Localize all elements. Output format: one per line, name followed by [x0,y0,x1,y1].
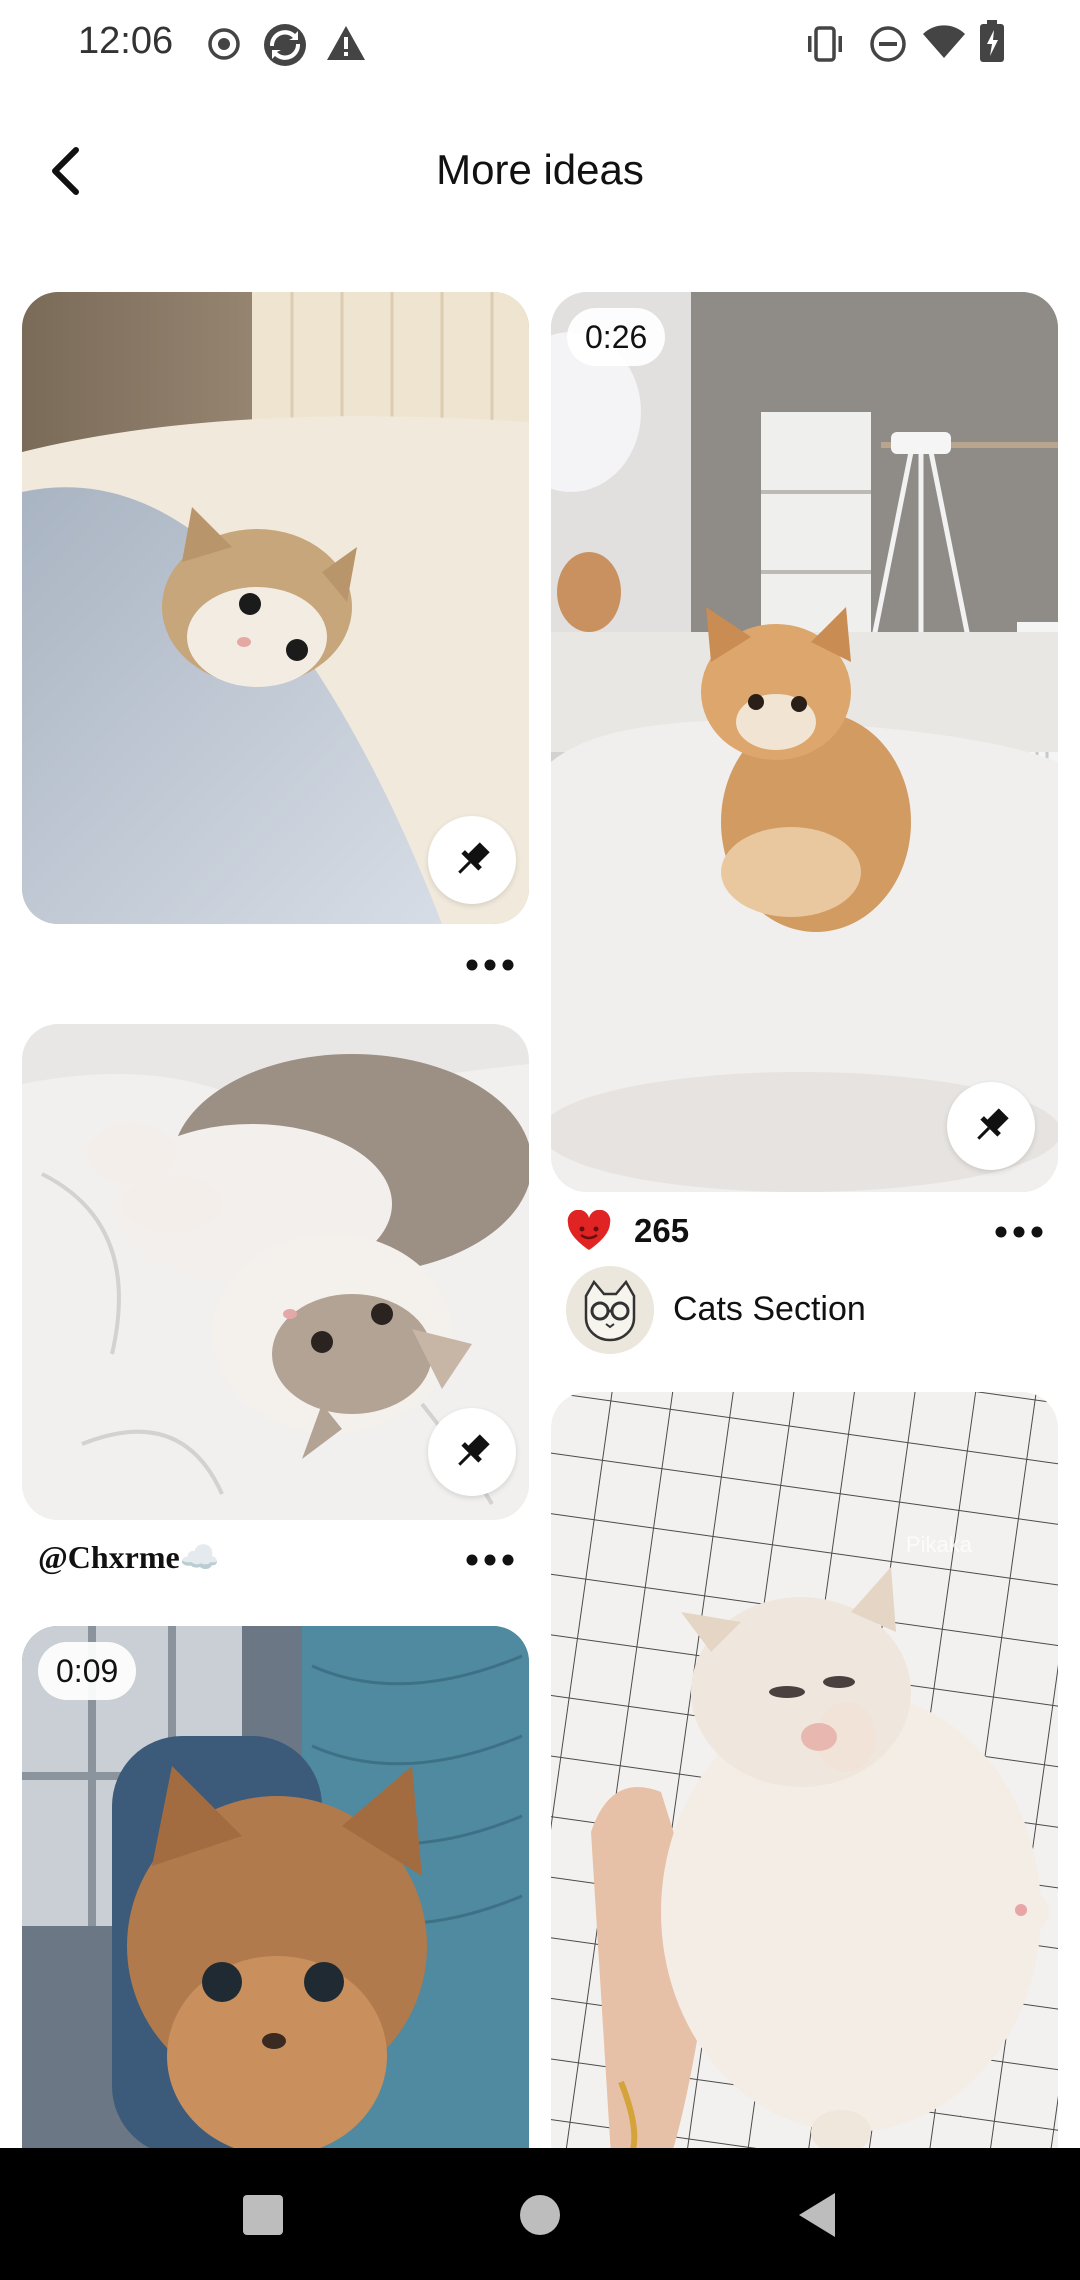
home-circle-icon [520,2195,560,2235]
dnd-icon [868,24,908,69]
orange-kitten-video-image [551,292,1058,1192]
status-time: 12:06 [78,20,174,62]
heart-icon [567,1209,611,1250]
more-options-button[interactable] [455,945,525,985]
warning-icon [326,24,366,67]
board-name[interactable]: Cats Section [673,1290,866,1329]
white-kitten-in-hand-image: Pikaka [551,1392,1058,2156]
more-horizontal-icon [466,1554,514,1566]
more-horizontal-icon [466,959,514,971]
battery-charging-icon [978,20,1006,69]
likes-reaction[interactable] [566,1209,612,1257]
recents-square-icon [243,2195,283,2235]
back-nav-button[interactable] [784,2182,850,2248]
back-triangle-icon [799,2193,835,2237]
cat-with-glasses-avatar-icon [566,1266,654,1354]
pin-image-kitten-lying[interactable] [22,1024,529,1520]
board-avatar[interactable] [566,1266,654,1354]
pin-author[interactable]: @Chxrme☁️ [38,1538,220,1576]
recents-button[interactable] [230,2182,296,2248]
record-icon [206,26,242,67]
kitten-by-window-image [22,1626,529,2156]
video-duration-badge: 0:09 [38,1642,137,1700]
pin-video-kitten-window[interactable]: 0:09 [22,1626,529,2156]
navigation-bar [0,2148,1080,2280]
status-bar: 12:06 [0,0,1080,88]
wifi-icon [922,24,966,65]
save-pin-button[interactable] [428,1408,516,1496]
pushpin-icon [458,842,490,874]
save-pin-button[interactable] [428,816,516,904]
pushpin-icon [458,1434,490,1466]
pin-image-kitten-hand[interactable]: Pikaka [551,1392,1058,2156]
pin-video-kitten-bed[interactable]: 0:26 [551,292,1058,1192]
likes-count: 265 [634,1212,690,1249]
save-pin-button[interactable] [947,1082,1035,1170]
sync-app-icon [262,22,308,73]
page-title: More ideas [436,146,644,193]
more-options-button[interactable] [984,1212,1054,1252]
svg-text:Pikaka: Pikaka [906,1532,973,1557]
video-duration-badge: 0:26 [567,308,666,366]
pin-image-kitten-bed[interactable] [22,292,529,924]
vibrate-icon [804,24,846,69]
home-button[interactable] [507,2182,573,2248]
more-options-button[interactable] [455,1540,525,1580]
pushpin-icon [977,1108,1009,1140]
more-horizontal-icon [995,1226,1043,1238]
